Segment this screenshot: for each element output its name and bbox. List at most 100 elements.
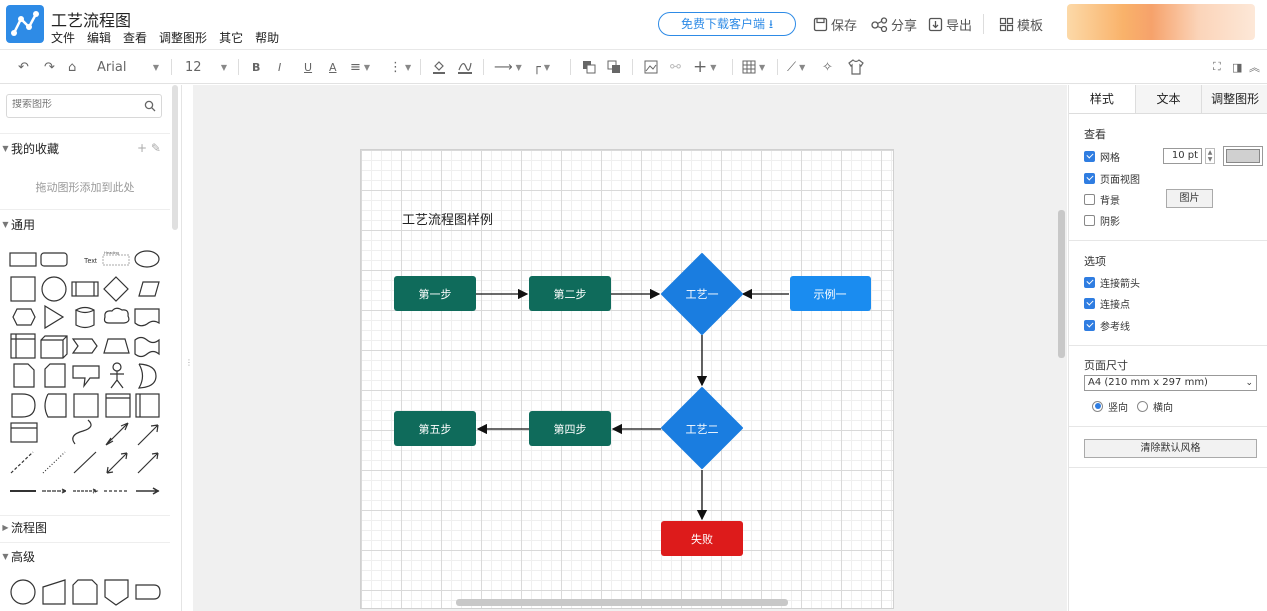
diagram-title[interactable]: 工艺流程图样例 xyxy=(402,213,493,228)
portrait-option[interactable]: 竖向 xyxy=(1092,399,1128,414)
sidebar-scrollbar[interactable] xyxy=(172,85,178,230)
template-button[interactable]: 模板 xyxy=(999,15,1043,34)
grid-size-stepper[interactable]: ▲ ▼ xyxy=(1205,148,1215,164)
shape-dotted-line[interactable] xyxy=(42,451,66,474)
tab-text[interactable]: 文本 xyxy=(1134,85,1202,113)
canvas-vertical-scrollbar[interactable] xyxy=(1058,210,1065,358)
node-step1[interactable]: 第一步 xyxy=(394,276,476,311)
shape-parallelogram[interactable] xyxy=(138,281,160,297)
insert-link-button[interactable]: ⚯ xyxy=(670,58,681,76)
page-size-select[interactable]: A4 (210 mm x 297 mm) ⌄ xyxy=(1084,375,1257,391)
shape-square[interactable] xyxy=(10,276,36,302)
export-button[interactable]: 导出 xyxy=(928,15,972,34)
background-image-button[interactable]: 图片 xyxy=(1166,189,1213,208)
shape-card[interactable] xyxy=(44,363,66,388)
shape-callout[interactable] xyxy=(72,365,100,389)
align-button[interactable]: ≡ ▼ xyxy=(350,58,370,76)
node-step4[interactable]: 第四步 xyxy=(529,411,611,446)
connection-style-button[interactable]: ⟶ ▼ xyxy=(494,58,522,76)
landscape-radio[interactable] xyxy=(1137,400,1148,412)
search-input[interactable] xyxy=(12,99,132,110)
font-color-button[interactable]: A xyxy=(329,58,337,76)
node-step5[interactable]: 第五步 xyxy=(394,411,476,446)
page-view-checkbox[interactable] xyxy=(1084,172,1095,184)
clear-default-style-button[interactable]: 清除默认风格 xyxy=(1084,439,1257,458)
insert-button[interactable]: + ▼ xyxy=(693,57,716,77)
menu-file[interactable]: 文件 xyxy=(51,29,75,46)
document-title[interactable]: 工艺流程图 xyxy=(51,7,131,31)
search-icon[interactable] xyxy=(144,100,156,112)
shape-cube[interactable] xyxy=(40,335,68,359)
shape-ellipse[interactable] xyxy=(134,250,160,268)
add-icon[interactable]: + xyxy=(137,141,147,155)
menu-arrange[interactable]: 调整图形 xyxy=(159,29,207,46)
guides-option[interactable]: 参考线 xyxy=(1084,318,1130,333)
general-section-header[interactable]: ▼ 通用 xyxy=(0,213,170,235)
shape-dashed-line[interactable] xyxy=(10,451,34,474)
underline-button[interactable]: U xyxy=(304,58,312,76)
connection-arrows-checkbox[interactable] xyxy=(1084,276,1095,288)
font-size-select[interactable]: 12 ▼ xyxy=(185,58,227,76)
shape-cylinder[interactable] xyxy=(74,306,95,329)
shape-internal-storage[interactable] xyxy=(10,333,36,359)
shape-actor[interactable] xyxy=(110,362,124,389)
flowchart-section-header[interactable]: ▶ 流程图 xyxy=(0,516,170,538)
grid-color-picker[interactable] xyxy=(1223,146,1263,166)
fullscreen-button[interactable]: ⛶ xyxy=(1213,58,1221,76)
shape-cloud[interactable] xyxy=(103,307,130,324)
theme-button[interactable] xyxy=(847,58,865,76)
download-client-button[interactable]: 免费下载客户端 ⭳ xyxy=(658,12,796,36)
shape-connector-multi[interactable] xyxy=(136,487,160,495)
font-family-select[interactable]: Arial ▼ xyxy=(97,58,159,76)
fill-color-button[interactable] xyxy=(432,58,446,76)
shape-bidirectional-connector[interactable] xyxy=(106,452,128,474)
shape-connector-arrow[interactable] xyxy=(42,488,68,494)
format-painter-button[interactable]: ⌂ xyxy=(68,58,76,76)
shape-text[interactable]: Text xyxy=(84,258,97,265)
connection-points-option[interactable]: 连接点 xyxy=(1084,296,1130,311)
shape-connector-label[interactable] xyxy=(73,488,99,494)
tab-style[interactable]: 样式 xyxy=(1069,85,1135,113)
shape-line[interactable] xyxy=(73,451,97,474)
shape-rectangle[interactable] xyxy=(9,252,37,267)
node-fail[interactable]: 失败 xyxy=(661,521,743,556)
background-checkbox[interactable] xyxy=(1084,193,1095,205)
undo-button[interactable]: ↶ xyxy=(18,58,29,76)
menu-view[interactable]: 查看 xyxy=(123,29,147,46)
shadow-option[interactable]: 阴影 xyxy=(1084,213,1120,228)
shape-and[interactable] xyxy=(11,393,36,418)
shape-directional-connector[interactable] xyxy=(137,452,159,474)
menu-extras[interactable]: 其它 xyxy=(219,29,243,46)
menu-edit[interactable]: 编辑 xyxy=(87,29,111,46)
shadow-checkbox[interactable] xyxy=(1084,214,1095,226)
insert-image-button[interactable] xyxy=(644,58,658,76)
connection-arrows-option[interactable]: 连接箭头 xyxy=(1084,275,1140,290)
shape-curve[interactable] xyxy=(72,419,92,445)
node-process1[interactable]: 工艺一 xyxy=(661,253,743,335)
menu-help[interactable]: 帮助 xyxy=(255,29,279,46)
node-step2[interactable]: 第二步 xyxy=(529,276,611,311)
italic-button[interactable]: I xyxy=(278,58,281,76)
diagram-tools-button[interactable]: ⟋ ▼ xyxy=(787,58,805,76)
landscape-option[interactable]: 横向 xyxy=(1137,399,1173,414)
shape-heading-lines[interactable] xyxy=(102,254,130,266)
shape-step[interactable] xyxy=(71,338,98,354)
shape-tape[interactable] xyxy=(134,336,160,358)
table-button[interactable]: ▼ xyxy=(742,58,765,76)
more-format-button[interactable]: ⋮ ▼ xyxy=(389,58,411,76)
shape-rounded-rectangle[interactable] xyxy=(40,252,68,267)
shape-document[interactable] xyxy=(134,308,160,327)
shape-bidirectional-arrow[interactable] xyxy=(105,422,129,446)
background-option[interactable]: 背景 xyxy=(1084,192,1120,207)
advanced-section-header[interactable]: ▼ 高级 xyxy=(0,545,170,567)
node-process2[interactable]: 工艺二 xyxy=(661,387,743,469)
grid-checkbox[interactable] xyxy=(1084,150,1095,162)
shape-data-storage[interactable] xyxy=(44,393,67,418)
to-back-button[interactable] xyxy=(607,58,621,76)
redo-button[interactable]: ↷ xyxy=(44,58,55,76)
shape-frame[interactable] xyxy=(73,393,99,418)
shape-note[interactable] xyxy=(13,363,35,388)
magic-button[interactable]: ✧ xyxy=(822,58,833,76)
shape-adv-delay[interactable] xyxy=(135,584,161,600)
guides-checkbox[interactable] xyxy=(1084,319,1095,331)
